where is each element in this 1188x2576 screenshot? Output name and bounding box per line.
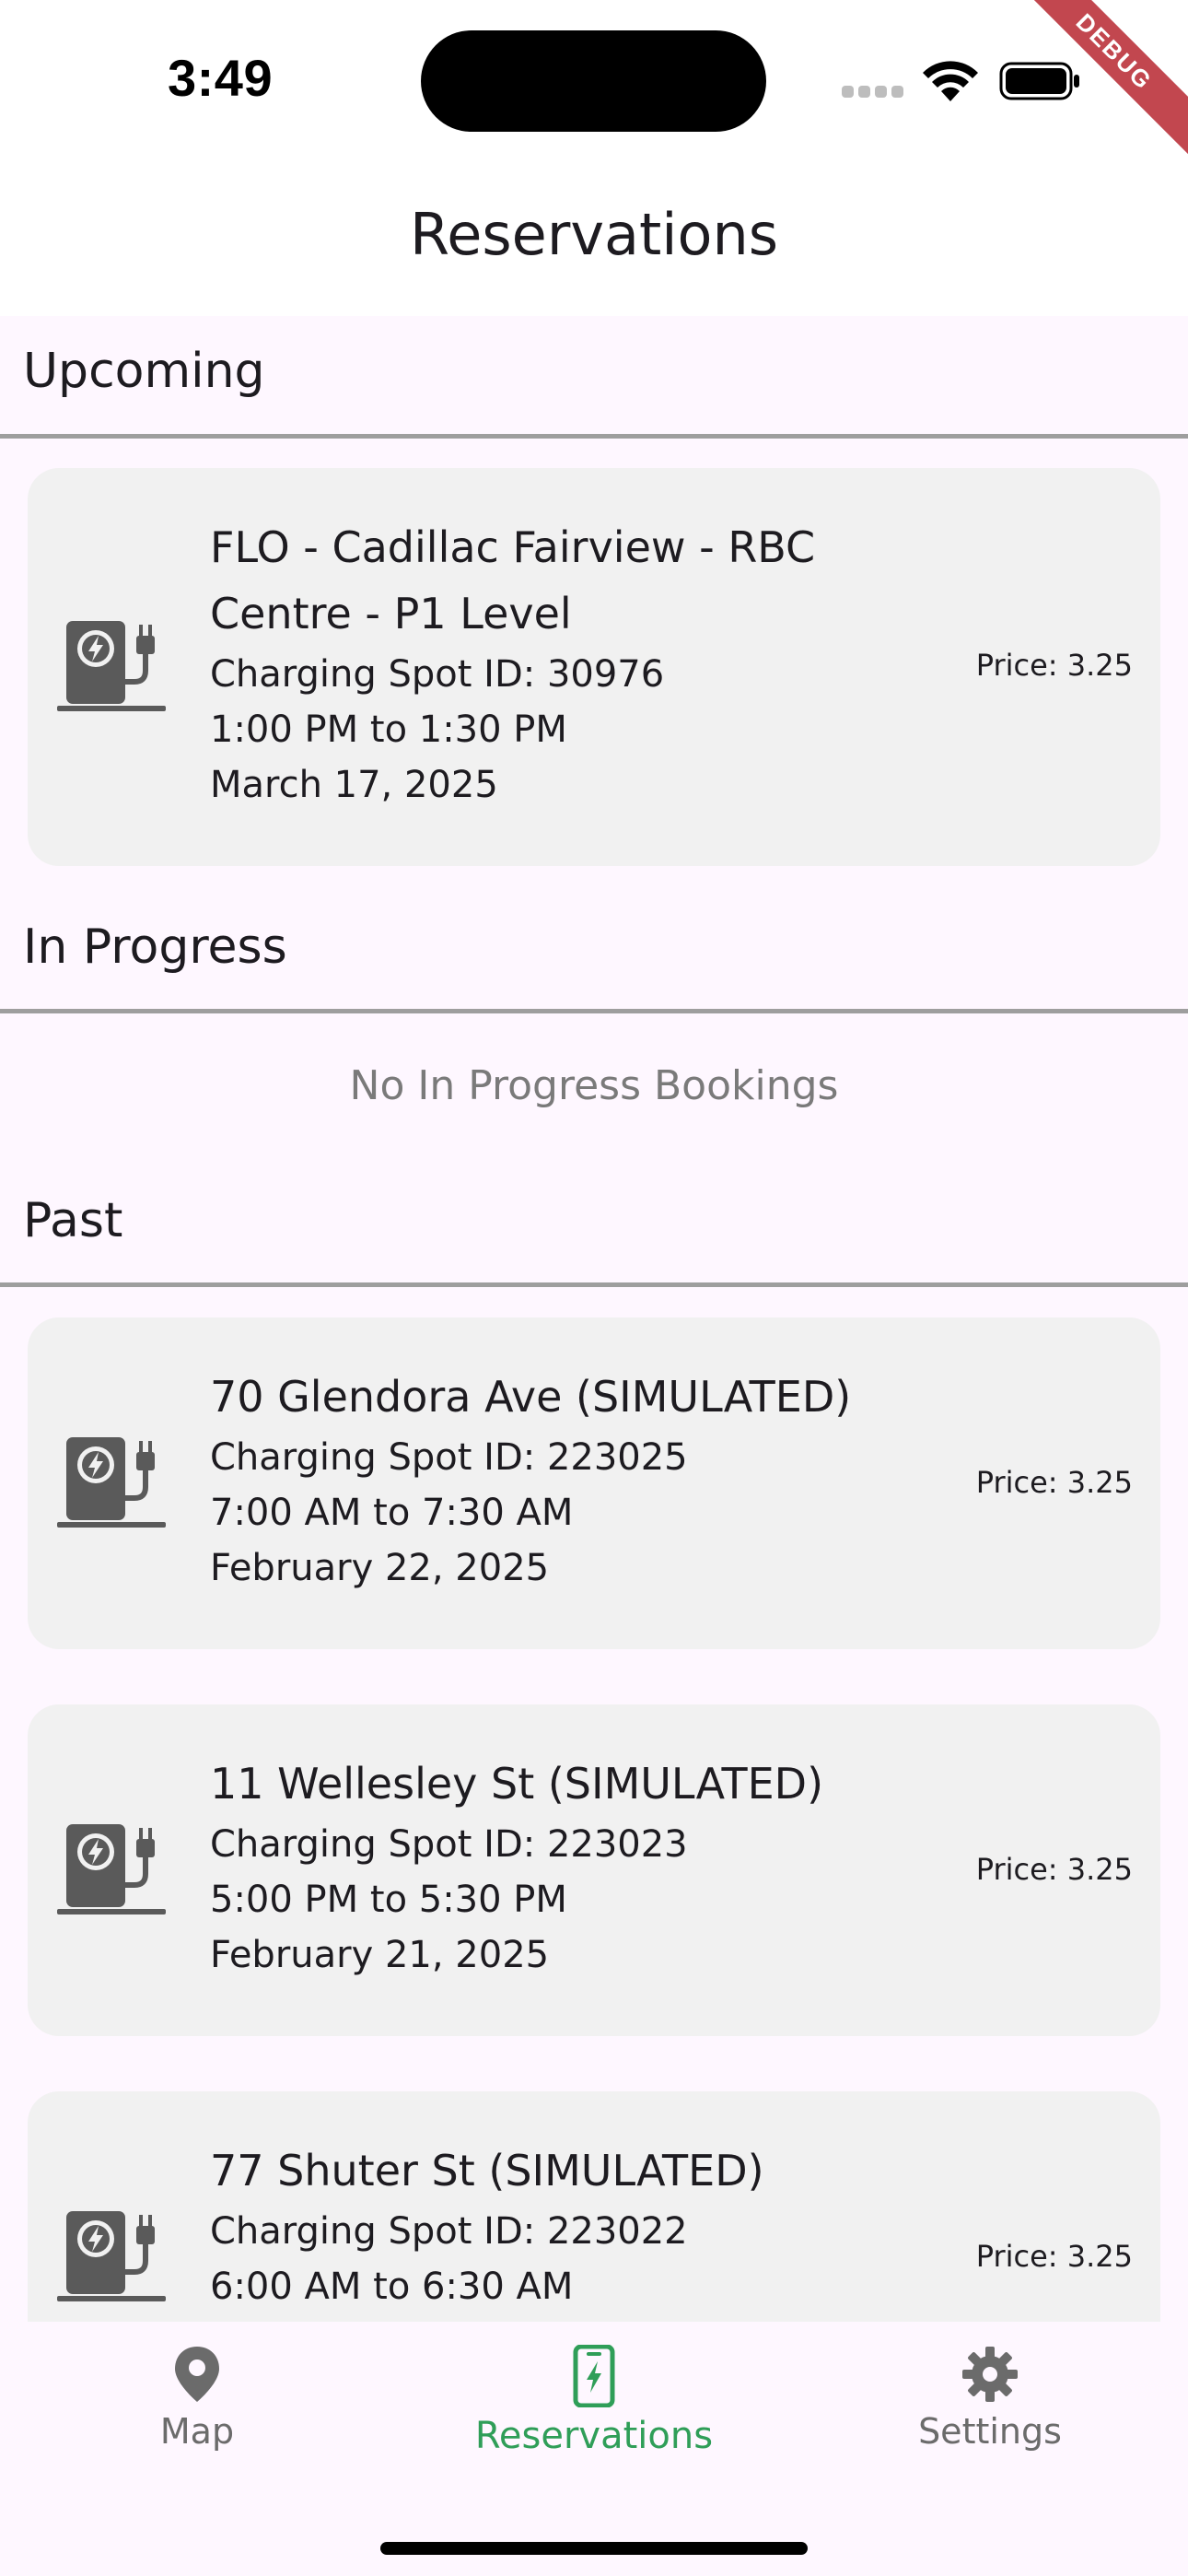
reservation-time: 6:00 AM to 6:30 AM bbox=[210, 2266, 574, 2308]
reservation-date: March 17, 2025 bbox=[210, 764, 498, 806]
reservation-spot-id: Charging Spot ID: 223022 bbox=[210, 2210, 688, 2253]
reservation-card[interactable]: 77 Shuter St (SIMULATED) Charging Spot I… bbox=[28, 2091, 1160, 2322]
reservation-details: 77 Shuter St (SIMULATED) Charging Spot I… bbox=[210, 2137, 947, 2314]
app-bar: Reservations bbox=[0, 175, 1188, 316]
reservation-title: 11 Wellesley St (SIMULATED) bbox=[210, 1759, 824, 1809]
reservation-title: 77 Shuter St (SIMULATED) bbox=[210, 2146, 764, 2195]
reservation-title: 70 Glendora Ave (SIMULATED) bbox=[210, 1372, 852, 1422]
reservation-date: February 21, 2025 bbox=[210, 1934, 550, 1976]
section-divider bbox=[0, 1282, 1188, 1287]
reservation-price: Price: 3.25 bbox=[975, 648, 1133, 683]
reservation-spot-id: Charging Spot ID: 223025 bbox=[210, 1436, 688, 1479]
reservation-title-continued: Centre - P1 Level bbox=[210, 589, 572, 638]
section-divider bbox=[0, 1009, 1188, 1013]
section-header-upcoming: Upcoming bbox=[23, 344, 265, 399]
nav-item-settings[interactable]: Settings bbox=[852, 2345, 1128, 2452]
section-header-in-progress: In Progress bbox=[23, 919, 287, 975]
reservation-card[interactable]: FLO - Cadillac Fairview - RBC Centre - P… bbox=[28, 468, 1160, 866]
bottom-navigation-bar: Map Reservations Settings bbox=[0, 2322, 1188, 2576]
reservation-price: Price: 3.25 bbox=[975, 1852, 1133, 1887]
dynamic-island bbox=[421, 30, 766, 132]
reservation-date: February 22, 2025 bbox=[210, 1547, 550, 1589]
reservation-spot-id: Charging Spot ID: 223023 bbox=[210, 1823, 688, 1866]
map-pin-icon bbox=[175, 2347, 219, 2402]
ev-charger-icon bbox=[57, 621, 166, 711]
ev-charger-icon bbox=[57, 1437, 166, 1528]
page-title: Reservations bbox=[409, 201, 779, 268]
reservation-price: Price: 3.25 bbox=[975, 2239, 1133, 2274]
section-divider bbox=[0, 434, 1188, 439]
reservation-spot-id: Charging Spot ID: 30976 bbox=[210, 653, 665, 696]
reservation-time: 1:00 PM to 1:30 PM bbox=[210, 708, 567, 751]
home-indicator[interactable] bbox=[380, 2542, 808, 2555]
reservation-title: FLO - Cadillac Fairview - RBC bbox=[210, 522, 816, 572]
status-bar: 3:49 DEBUG bbox=[0, 0, 1188, 175]
ev-charger-icon bbox=[57, 2211, 166, 2301]
nav-item-reservations[interactable]: Reservations bbox=[456, 2345, 732, 2457]
nav-label-map: Map bbox=[159, 2411, 235, 2452]
reservation-card[interactable]: 11 Wellesley St (SIMULATED) Charging Spo… bbox=[28, 1704, 1160, 2036]
nav-label-settings: Settings bbox=[918, 2411, 1062, 2452]
gear-icon bbox=[962, 2347, 1018, 2402]
reservation-details: 11 Wellesley St (SIMULATED) Charging Spo… bbox=[210, 1751, 947, 1983]
nav-label-reservations: Reservations bbox=[474, 2415, 714, 2457]
battery-icon bbox=[999, 62, 1079, 100]
reservation-details: FLO - Cadillac Fairview - RBC Centre - P… bbox=[210, 514, 947, 813]
reservation-price: Price: 3.25 bbox=[975, 1465, 1133, 1500]
reservations-list[interactable]: Upcoming FLO - Cadillac Fairview - RBC C… bbox=[0, 316, 1188, 2322]
empty-in-progress-message: No In Progress Bookings bbox=[349, 1062, 839, 1109]
reservation-time: 5:00 PM to 5:30 PM bbox=[210, 1879, 567, 1921]
nav-item-map[interactable]: Map bbox=[59, 2345, 335, 2452]
reservation-card[interactable]: 70 Glendora Ave (SIMULATED) Charging Spo… bbox=[28, 1317, 1160, 1649]
section-header-past: Past bbox=[23, 1193, 123, 1248]
cellular-signal-icon bbox=[842, 86, 904, 100]
charging-phone-icon bbox=[573, 2345, 615, 2407]
wifi-icon bbox=[923, 61, 978, 101]
ev-charger-icon bbox=[57, 1824, 166, 1914]
reservation-details: 70 Glendora Ave (SIMULATED) Charging Spo… bbox=[210, 1364, 947, 1596]
reservation-time: 7:00 AM to 7:30 AM bbox=[210, 1492, 574, 1534]
status-time: 3:49 bbox=[168, 49, 274, 107]
